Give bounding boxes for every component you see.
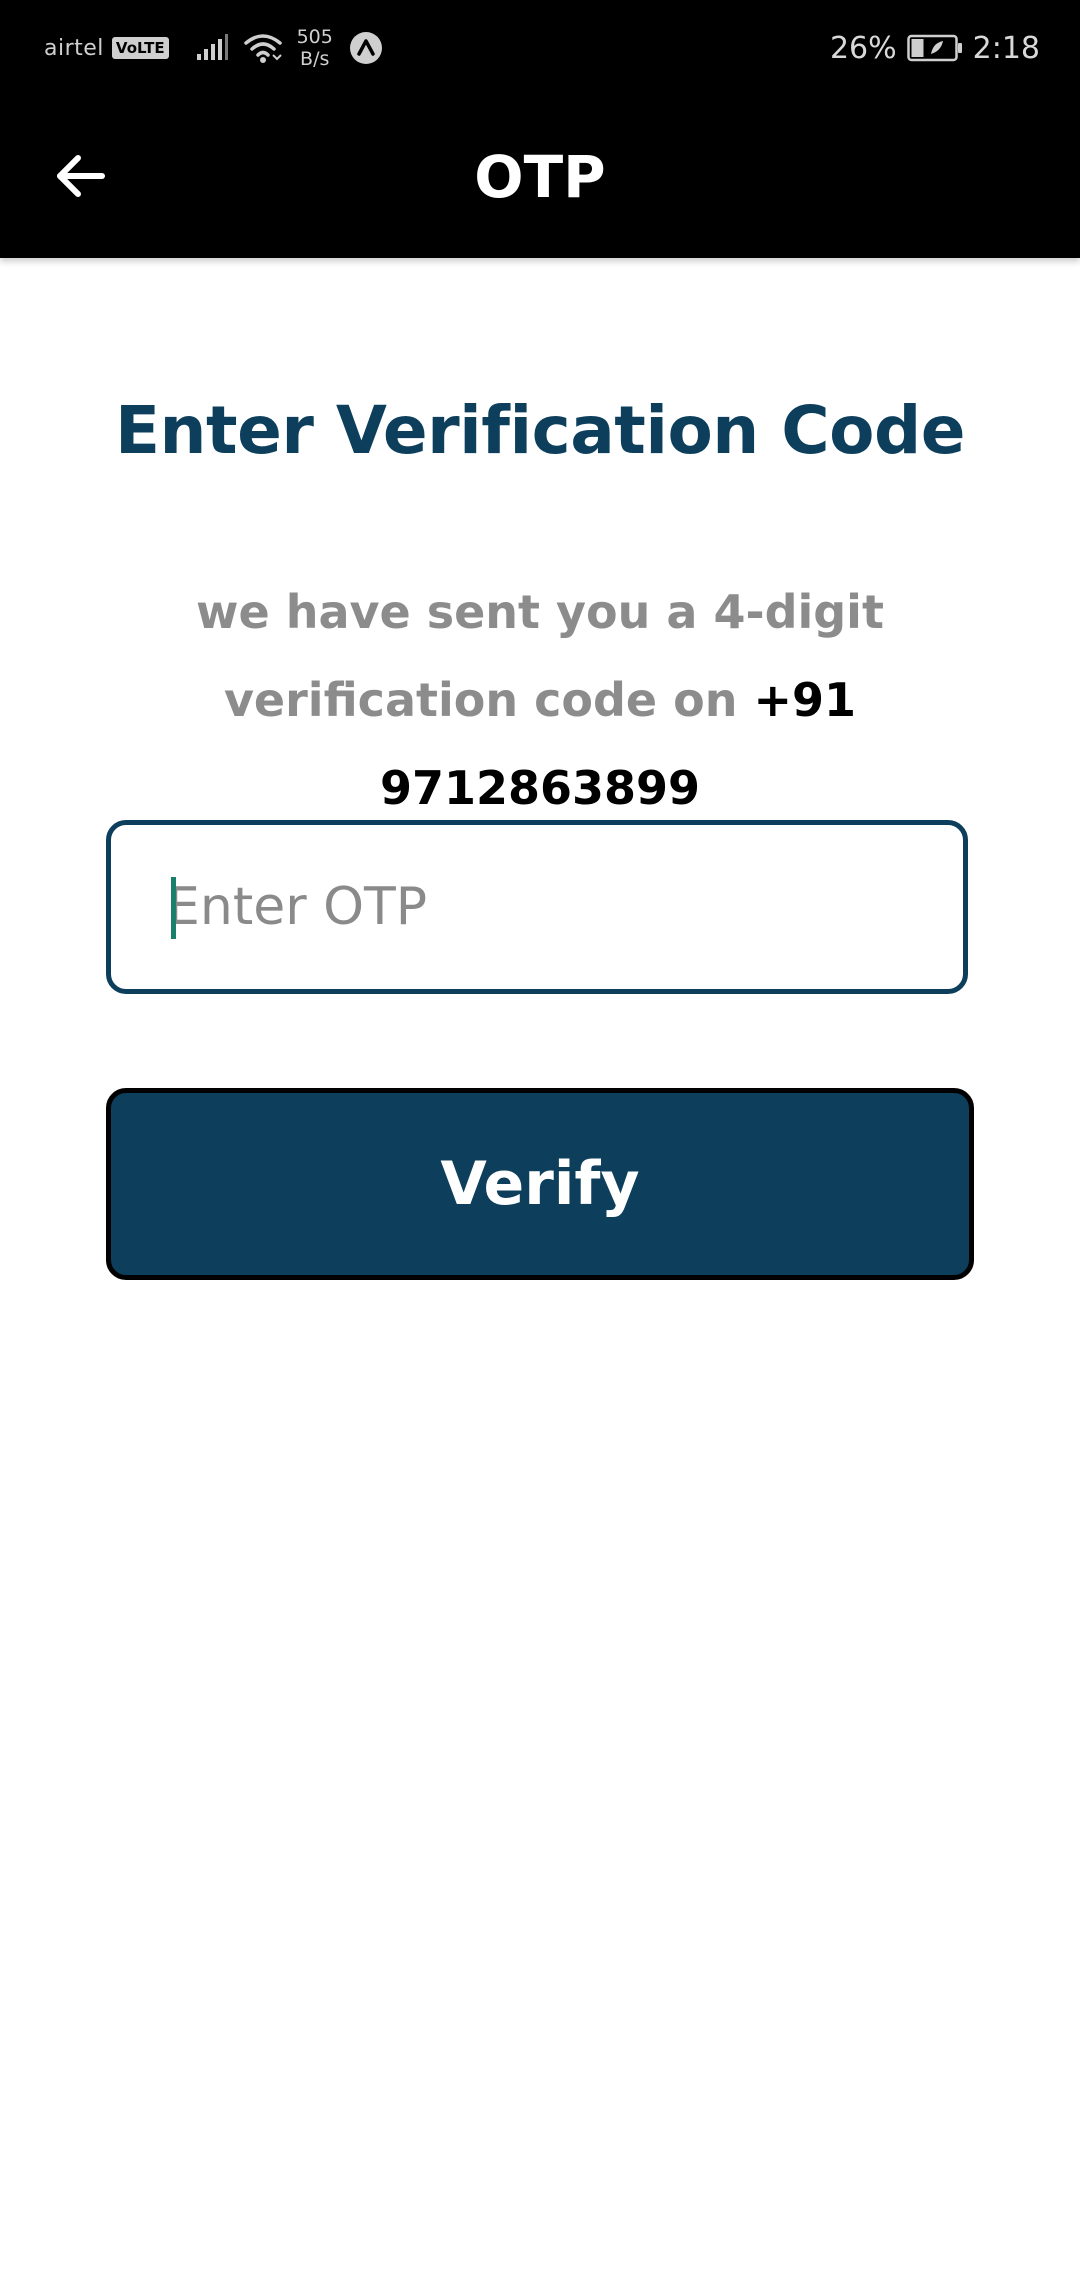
battery-percent: 26% <box>829 30 897 66</box>
verify-button-label: Verify <box>440 1149 640 1219</box>
app-bar-title: OTP <box>474 143 606 211</box>
otp-screen: airtel VoLTE 505 B/s 26% 2:18 OTP Enter … <box>0 0 1080 2280</box>
notification-a-icon <box>349 32 382 64</box>
network-speed: 505 B/s <box>297 26 333 70</box>
status-bar-right: 26% 2:18 <box>830 0 1040 96</box>
volte-badge: VoLTE <box>111 37 169 59</box>
page-heading: Enter Verification Code <box>114 392 966 469</box>
verification-message: we have sent you a 4-digit verification … <box>100 568 980 832</box>
status-bar: airtel VoLTE 505 B/s 26% 2:18 <box>0 0 1080 96</box>
verify-button[interactable]: Verify <box>106 1088 974 1280</box>
back-button[interactable] <box>40 136 120 216</box>
wifi-icon <box>243 34 282 63</box>
carrier-name: airtel <box>44 35 104 61</box>
status-bar-left: airtel VoLTE 505 B/s <box>44 0 383 96</box>
otp-field[interactable] <box>106 820 968 994</box>
battery-charging-icon <box>906 34 962 62</box>
app-bar: OTP <box>0 96 1080 258</box>
network-speed-unit: B/s <box>300 48 330 70</box>
otp-input[interactable] <box>111 825 963 989</box>
arrow-left-icon <box>57 155 105 197</box>
status-time: 2:18 <box>972 30 1040 66</box>
signal-icon <box>196 34 228 60</box>
network-speed-value: 505 <box>296 26 333 48</box>
text-cursor <box>171 877 176 939</box>
